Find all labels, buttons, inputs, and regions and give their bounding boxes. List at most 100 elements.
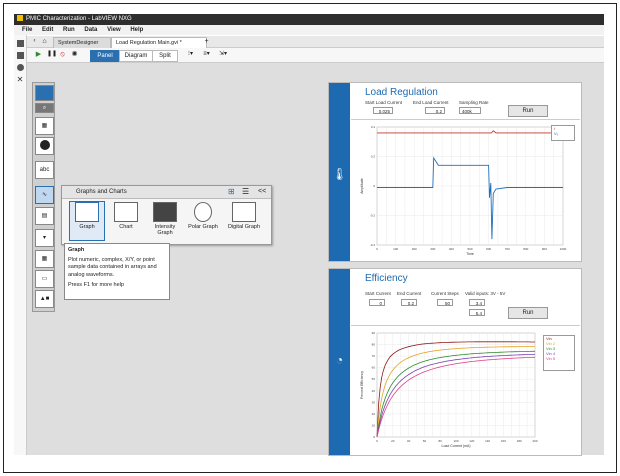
x-tick-label: 100: [393, 247, 398, 251]
view-panel-button[interactable]: Panel: [90, 50, 120, 62]
y-tick-label: 0: [373, 184, 375, 188]
resize-icon[interactable]: ⇲▾: [219, 51, 227, 58]
layers-icon[interactable]: [16, 52, 24, 59]
x-tick-label: 500: [467, 247, 472, 251]
highlight-icon[interactable]: ✺: [71, 51, 78, 58]
abort-icon[interactable]: ⦸: [59, 51, 66, 58]
x-tick-label: 400: [449, 247, 454, 251]
menu-help[interactable]: Help: [130, 27, 143, 33]
x-tick-label: 80: [439, 439, 443, 443]
palette-boolean-button[interactable]: [35, 137, 54, 155]
y-tick-label: 80: [372, 343, 376, 347]
palette-numeric-button[interactable]: ▦: [35, 117, 54, 135]
valid-input-max[interactable]: 5.4: [469, 309, 485, 316]
load-regulation-run-button[interactable]: Run: [508, 105, 548, 117]
grid-view-icon[interactable]: ⊞: [228, 186, 235, 198]
graph-icon: [75, 202, 99, 222]
menu-data[interactable]: Data: [84, 27, 97, 33]
load-regulation-graph[interactable]: 0 100 200 300 400 500 600 700 800 900 10000.40.20-…: [359, 123, 569, 257]
x-tick-label: 200: [412, 247, 417, 251]
document-icon[interactable]: [16, 40, 24, 47]
view-split-button[interactable]: Split: [152, 50, 178, 62]
menu-view[interactable]: View: [107, 27, 121, 33]
y-tick-label: 60: [372, 366, 376, 370]
menu-edit[interactable]: Edit: [42, 27, 53, 33]
tab-systemdesigner[interactable]: SystemDesigner: [53, 37, 111, 48]
run-icon[interactable]: ▶: [35, 51, 42, 58]
title-bar: PMIC Characterization - LabVIEW NXG: [14, 14, 604, 25]
tab-load-regulation[interactable]: Load Regulation Main.gvi *: [111, 37, 207, 48]
palette-array-button[interactable]: ▤: [35, 207, 54, 225]
y-tick-label: 40: [372, 389, 376, 393]
start-current-input[interactable]: 0: [369, 299, 385, 306]
menu-run[interactable]: Run: [63, 27, 75, 33]
flyout-item-graph[interactable]: Graph: [69, 201, 105, 241]
efficiency-run-button[interactable]: Run: [508, 307, 548, 319]
tools-icon[interactable]: ✕: [17, 76, 24, 84]
x-tick-label: 0: [376, 247, 378, 251]
menu-file[interactable]: File: [22, 27, 32, 33]
x-tick-label: 800: [523, 247, 528, 251]
labview-logo-icon: [17, 15, 23, 22]
circle-icon[interactable]: [16, 64, 24, 71]
y-axis-label: Percent Efficiency: [360, 371, 364, 399]
palette-decoration-button[interactable]: ▭: [35, 270, 54, 288]
digital-graph-icon: [232, 202, 256, 222]
flyout-item-intensity-graph[interactable]: Intensity Graph: [148, 202, 182, 240]
end-load-current-input[interactable]: 0.2: [425, 107, 445, 114]
home-icon[interactable]: ⌂: [41, 38, 48, 45]
x-tick-label: 180: [517, 439, 522, 443]
current-steps-input[interactable]: 50: [437, 299, 453, 306]
legend-entry: V₀: [554, 131, 559, 136]
view-diagram-button[interactable]: Diagram: [119, 50, 153, 62]
palette-search-button[interactable]: ⌕: [35, 103, 54, 113]
chevron-left-icon[interactable]: ‹: [31, 38, 38, 45]
x-tick-label: 700: [505, 247, 510, 251]
palette-graph-button[interactable]: ∿: [35, 186, 54, 204]
panel-divider: [351, 325, 580, 326]
efficiency-graph[interactable]: 0 20 40 60 80 100 120 140 160 180 2009080706050403…: [359, 329, 539, 449]
add-tab-button[interactable]: +: [203, 38, 210, 45]
tooltip-title: Graph: [68, 247, 85, 253]
flyout-item-chart[interactable]: Chart: [109, 202, 143, 240]
palette-list-button[interactable]: ▾: [35, 229, 54, 247]
valid-inputs-label: Valid inputs: 3V - 5V: [465, 291, 506, 296]
x-tick-label: 40: [407, 439, 411, 443]
flyout-item-digital-graph[interactable]: Digital Graph: [224, 202, 264, 240]
distribute-icon[interactable]: ≡▾: [203, 51, 210, 58]
list-view-icon[interactable]: ☰: [242, 186, 249, 198]
palette-string-button[interactable]: abc: [35, 161, 54, 179]
y-tick-label: 0.4: [371, 125, 376, 129]
flyout-title: Graphs and Charts: [76, 189, 127, 195]
menu-bar: File Edit Run Data View Help: [14, 25, 604, 35]
y-axis-label: Amplitude: [360, 178, 364, 194]
field-label: Current Steps: [431, 291, 459, 296]
pause-icon[interactable]: ❚❚: [47, 51, 57, 58]
load-regulation-legend[interactable]: I V₀: [551, 125, 575, 141]
align-icon[interactable]: ⁝▾: [187, 51, 194, 58]
palette-data-button[interactable]: [35, 85, 54, 101]
flyout-item-polar-graph[interactable]: Polar Graph: [186, 202, 220, 240]
y-tick-label: 0.2: [371, 155, 376, 159]
x-tick-label: 600: [486, 247, 491, 251]
graph-tooltip: Graph Plot numeric, complex, X/Y, or poi…: [64, 243, 170, 300]
tooltip-footer: Press F1 for more help: [68, 282, 124, 288]
panel-title: Efficiency: [365, 273, 408, 284]
field-label: Sampling Rate: [459, 100, 489, 105]
valid-input-min[interactable]: 3.4: [469, 299, 485, 306]
end-current-input[interactable]: 0.2: [401, 299, 417, 306]
collapse-flyout-button[interactable]: <<: [258, 186, 266, 198]
palette-abc-label: abc: [39, 167, 50, 173]
start-load-current-input[interactable]: 0.025: [373, 107, 393, 114]
x-tick-label: 300: [430, 247, 435, 251]
y-tick-label: 50: [372, 377, 376, 381]
y-tick-label: 90: [372, 331, 376, 335]
x-tick-label: 160: [501, 439, 506, 443]
sampling-rate-input[interactable]: 400k: [459, 107, 481, 114]
palette-table-button[interactable]: ▦: [35, 250, 54, 268]
efficiency-legend[interactable]: Vin Vin 2 Vin 3 Vin 4 Vin 5: [543, 335, 575, 371]
palette-shapes-button[interactable]: ▲■: [35, 290, 54, 308]
window-title: PMIC Characterization - LabVIEW NXG: [26, 16, 132, 22]
x-axis-label: Load Current (mA): [442, 444, 471, 448]
legend-entry: Vin 5: [546, 356, 556, 361]
